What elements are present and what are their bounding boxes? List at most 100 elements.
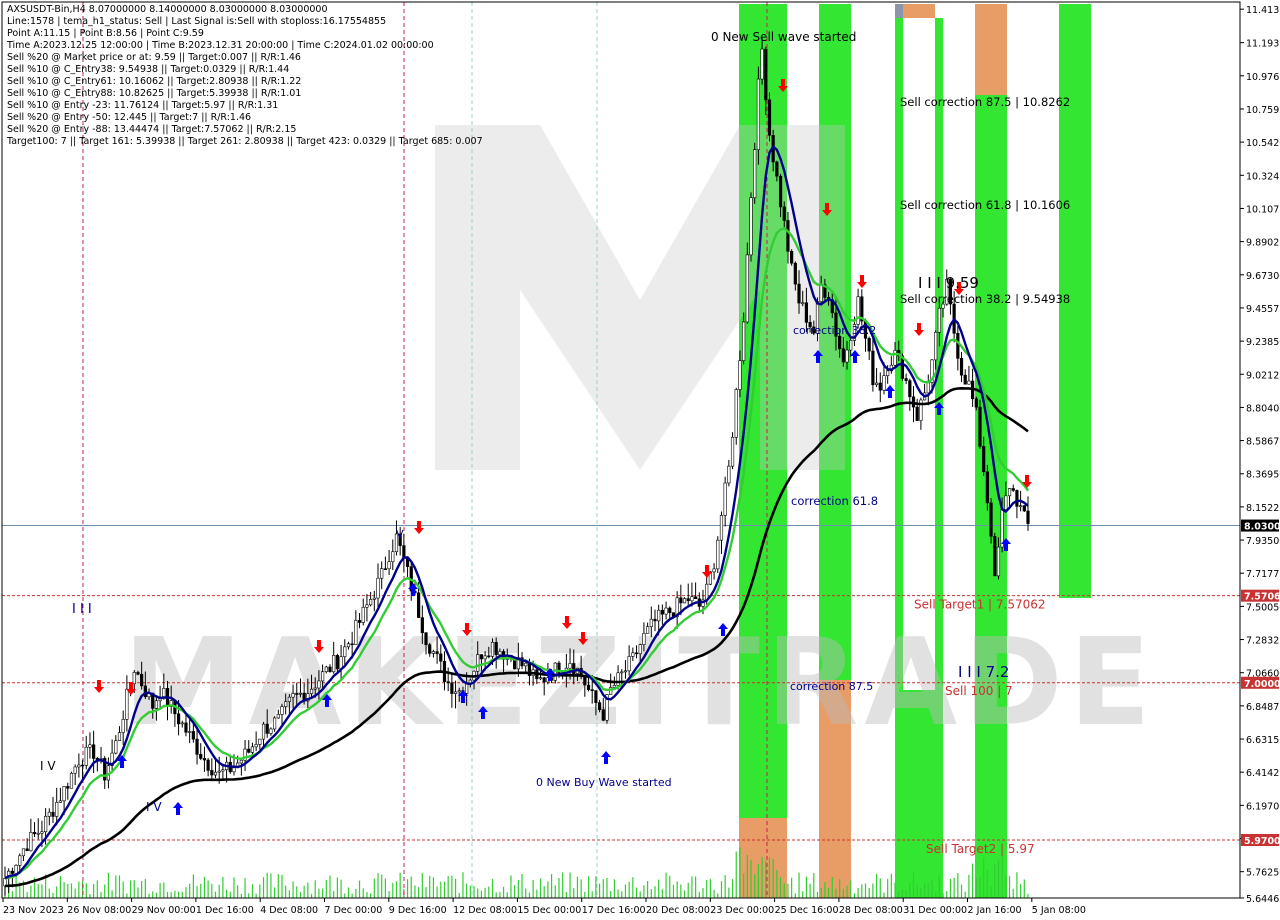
candle-body [978, 406, 982, 447]
sell-arrow [857, 275, 867, 288]
candle-body [631, 652, 635, 657]
y-tick-label: 8.15225 [1246, 503, 1280, 514]
chart-annotation: I I I [72, 602, 92, 617]
x-tick-label: 17 Dec 16:00 [582, 905, 646, 916]
x-tick-label: 5 Jan 08:00 [1032, 905, 1086, 916]
y-tick-label: 7.28325 [1246, 636, 1280, 647]
candle-body [778, 175, 783, 208]
candle-body [206, 759, 210, 771]
candle-body [719, 515, 724, 541]
candle-body [180, 722, 184, 725]
candle-body [324, 666, 328, 673]
candle-body [682, 598, 687, 604]
buy-arrow [850, 350, 860, 363]
candle-body [1015, 490, 1019, 507]
candle-body [620, 671, 624, 674]
candle-body [479, 654, 484, 660]
y-tick-label: 10.75925 [1246, 105, 1280, 116]
candle-body [886, 370, 890, 376]
price-box-label: 7.57062 [1244, 592, 1280, 603]
candle-body [686, 598, 690, 602]
candle-body [420, 617, 424, 634]
y-tick-label: 5.64462 [1246, 894, 1280, 905]
target1-label: Sell Target1 | 7.57062 [914, 598, 1046, 612]
candle-body [793, 262, 797, 285]
chart-annotation: Sell correction 38.2 | 9.54938 [900, 292, 1070, 306]
candle-body [487, 655, 491, 658]
candle-body [904, 378, 908, 381]
candle-body [627, 656, 631, 672]
candle-body [354, 620, 358, 645]
candle-body [649, 618, 653, 627]
candle-body [590, 689, 594, 691]
signal-zone [895, 18, 903, 898]
candle-body [239, 759, 243, 764]
y-tick-label: 9.02125 [1246, 370, 1280, 381]
candle-body [221, 769, 225, 772]
chart-annotation: correction 38.2 [793, 324, 876, 337]
candle-body [664, 607, 668, 615]
candle-body [653, 618, 657, 622]
signal-zone [739, 818, 787, 898]
candle-body [69, 772, 74, 789]
candle-body [849, 340, 853, 351]
y-tick-label: 6.63150 [1246, 735, 1280, 746]
candle-body [712, 568, 716, 573]
candle-body [753, 149, 757, 199]
price-box-label: 5.97000 [1244, 836, 1280, 847]
signal-zone [975, 4, 1007, 95]
candle-body [298, 692, 303, 695]
candle-body [646, 626, 650, 634]
candle-body [217, 770, 221, 773]
y-tick-label: 7.50050 [1246, 602, 1280, 613]
candle-body [1011, 488, 1015, 491]
candle-body [782, 206, 786, 221]
candle-body [213, 771, 218, 776]
candle-body [258, 738, 262, 745]
candle-body [934, 331, 938, 361]
plot-frame [1, 1, 1241, 899]
candle-body [1019, 505, 1023, 508]
candle-body [435, 651, 439, 655]
price-box-label: 8.03000 [1244, 522, 1280, 533]
candle-body [47, 811, 51, 817]
candle-body [742, 321, 746, 361]
candle-body [247, 748, 251, 753]
candle-body [417, 592, 421, 618]
candle-body [321, 671, 325, 682]
sell100-label: Sell 100 | 7 [945, 684, 1013, 698]
candle-body [32, 831, 37, 835]
candle-body [361, 606, 365, 623]
candle-body [117, 732, 122, 741]
candle-body [383, 568, 387, 570]
candle-body [542, 677, 546, 683]
volume-layer [4, 847, 1029, 898]
candle-body [716, 539, 720, 570]
candle-body [974, 398, 978, 408]
price-chart: MAKEZITRADE Sell Target1 | 7.57062Sell 1… [1, 1, 1280, 916]
candle-body [586, 684, 591, 690]
candle-body [132, 672, 136, 685]
chart-annotation: Sell correction 87.5 | 10.8262 [900, 95, 1070, 109]
candle-body [457, 690, 461, 693]
chart-annotation: V [396, 528, 404, 541]
candle-body [723, 482, 727, 516]
y-tick-label: 7.93500 [1246, 536, 1280, 547]
candle-body [18, 855, 22, 866]
candle-body [878, 382, 882, 391]
candle-body [601, 709, 605, 721]
y-tick-label: 9.67300 [1246, 271, 1280, 282]
candle-body [705, 583, 709, 601]
y-tick-label: 11.41300 [1246, 5, 1280, 16]
candle-body [841, 348, 845, 363]
y-tick-label: 6.19700 [1246, 801, 1280, 812]
buy-arrow [173, 802, 183, 815]
candle-body [51, 811, 55, 817]
candle-body [749, 197, 753, 256]
candle-body [269, 728, 273, 734]
chart-annotation: 0 New Buy Wave started [536, 776, 672, 789]
candle-body [154, 700, 159, 709]
candle-body [14, 864, 18, 874]
candle-body [730, 436, 735, 467]
candle-body [232, 767, 236, 773]
